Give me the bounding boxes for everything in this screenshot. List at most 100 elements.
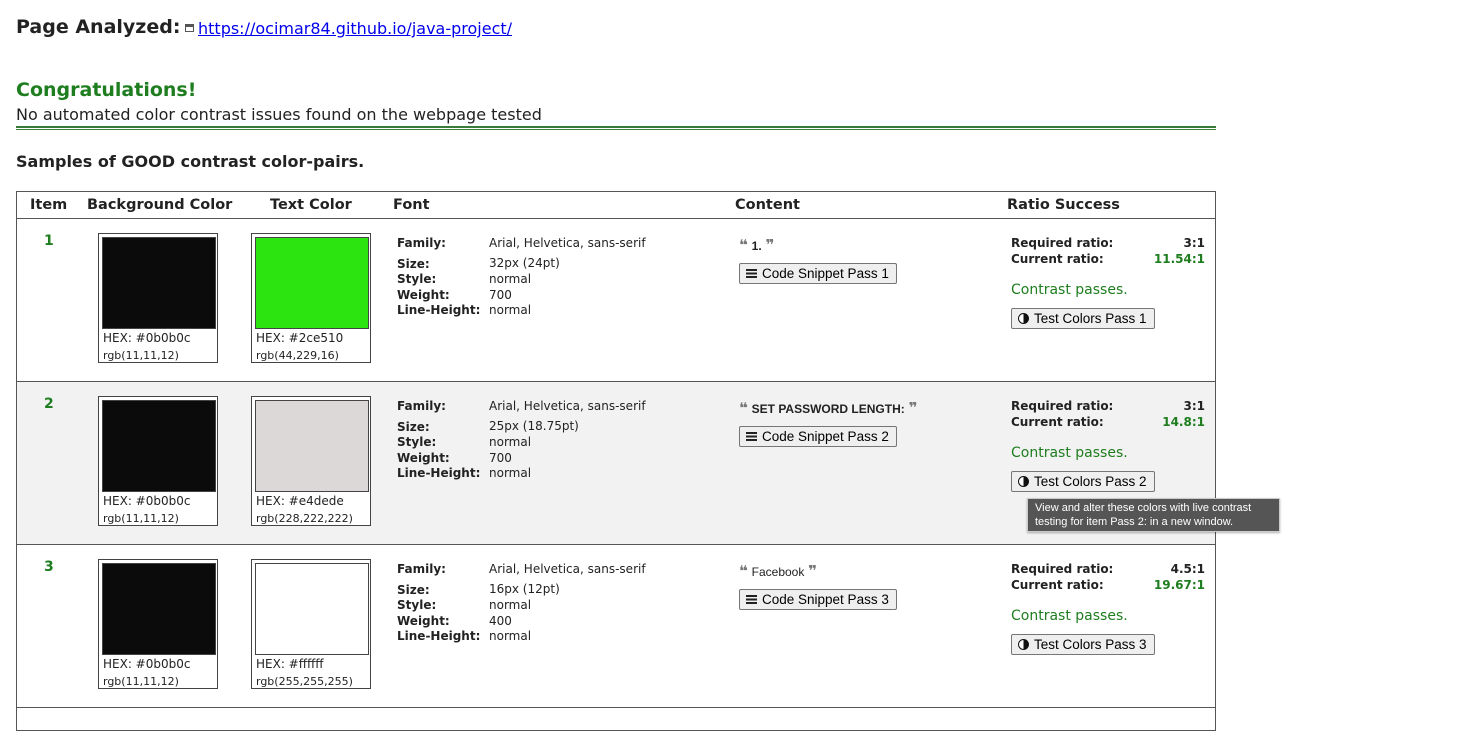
line-height-value: normal bbox=[489, 303, 532, 317]
font-weight-label: Weight: bbox=[397, 288, 450, 302]
text-color-swatch: HEX: #e4dede rgb(228,222,222) bbox=[251, 396, 371, 526]
font-size-label: Size: bbox=[397, 583, 430, 597]
font-weight-value: 700 bbox=[489, 451, 512, 465]
test-colors-tooltip: View and alter these colors with live co… bbox=[1027, 498, 1280, 532]
background-swatch: HEX: #0b0b0c rgb(11,11,12) bbox=[98, 559, 218, 689]
contrast-pass-message: Contrast passes. bbox=[1011, 608, 1128, 624]
background-rgb: rgb(11,11,12) bbox=[103, 349, 179, 362]
content-text: SET PASSWORD LENGTH: bbox=[751, 402, 905, 416]
font-family-value: Arial, Helvetica, sans-serif bbox=[489, 399, 646, 413]
required-ratio-label: Required ratio: bbox=[1011, 236, 1114, 250]
current-ratio-label: Current ratio: bbox=[1011, 578, 1104, 592]
lines-icon bbox=[746, 269, 757, 278]
background-swatch: HEX: #0b0b0c rgb(11,11,12) bbox=[98, 396, 218, 526]
font-size-value: 16px (12pt) bbox=[489, 582, 560, 596]
font-style-value: normal bbox=[489, 598, 532, 612]
item-number: 2 bbox=[44, 396, 54, 412]
col-background-color: Background Color bbox=[87, 197, 233, 213]
open-quote-icon: ❝ bbox=[739, 236, 748, 254]
background-swatch: HEX: #0b0b0c rgb(11,11,12) bbox=[98, 233, 218, 363]
font-style-label: Style: bbox=[397, 435, 437, 449]
background-hex: HEX: #0b0b0c bbox=[103, 331, 191, 345]
table-row: 1 HEX: #0b0b0c rgb(11,11,12) HEX: #2ce51… bbox=[17, 219, 1215, 382]
required-ratio-label: Required ratio: bbox=[1011, 562, 1114, 576]
test-colors-label: Test Colors Pass 3 bbox=[1034, 637, 1147, 652]
samples-heading: Samples of GOOD contrast color-pairs. bbox=[16, 152, 365, 171]
text-rgb: rgb(44,229,16) bbox=[256, 349, 339, 362]
lines-icon bbox=[746, 432, 757, 441]
required-ratio-value: 3:1 bbox=[1183, 399, 1206, 413]
font-family-label: Family: bbox=[397, 236, 446, 250]
line-height-label: Line-Height: bbox=[397, 303, 481, 317]
close-quote-icon: ❞ bbox=[808, 562, 817, 580]
summary-message: No automated color contrast issues found… bbox=[16, 105, 542, 124]
close-quote-icon: ❞ bbox=[908, 399, 918, 417]
font-style-label: Style: bbox=[397, 272, 437, 286]
col-font: Font bbox=[393, 197, 430, 213]
background-color-chip bbox=[102, 237, 216, 329]
text-hex: HEX: #2ce510 bbox=[256, 331, 344, 345]
contrast-pass-message: Contrast passes. bbox=[1011, 445, 1128, 461]
close-quote-icon: ❞ bbox=[765, 236, 775, 254]
test-colors-button[interactable]: Test Colors Pass 1 bbox=[1011, 308, 1155, 329]
content-sample: ❝ Facebook ❞ bbox=[739, 562, 817, 580]
test-colors-button[interactable]: Test Colors Pass 3 bbox=[1011, 634, 1155, 655]
test-colors-label: Test Colors Pass 2 bbox=[1034, 474, 1147, 489]
required-ratio-label: Required ratio: bbox=[1011, 399, 1114, 413]
text-hex: HEX: #e4dede bbox=[256, 494, 344, 508]
col-content: Content bbox=[735, 197, 800, 213]
text-rgb: rgb(228,222,222) bbox=[256, 512, 353, 525]
current-ratio-value: 11.54:1 bbox=[1153, 252, 1205, 266]
congratulations-title: Congratulations! bbox=[16, 79, 197, 101]
col-ratio-success: Ratio Success bbox=[1007, 197, 1120, 213]
current-ratio-label: Current ratio: bbox=[1011, 415, 1104, 429]
font-style-label: Style: bbox=[397, 598, 437, 612]
text-color-chip bbox=[255, 400, 369, 492]
code-snippet-button[interactable]: Code Snippet Pass 3 bbox=[739, 589, 897, 610]
content-sample: ❝ 1. ❞ bbox=[739, 236, 774, 254]
line-height-value: normal bbox=[489, 466, 532, 480]
font-family-label: Family: bbox=[397, 399, 446, 413]
text-color-swatch: HEX: #ffffff rgb(255,255,255) bbox=[251, 559, 371, 689]
test-colors-label: Test Colors Pass 1 bbox=[1034, 311, 1147, 326]
font-style-value: normal bbox=[489, 435, 532, 449]
font-weight-label: Weight: bbox=[397, 614, 450, 628]
font-family-value: Arial, Helvetica, sans-serif bbox=[489, 236, 646, 250]
text-color-chip bbox=[255, 237, 369, 329]
font-family-value: Arial, Helvetica, sans-serif bbox=[489, 562, 646, 576]
line-height-label: Line-Height: bbox=[397, 629, 481, 643]
line-height-value: normal bbox=[489, 629, 532, 643]
font-family-label: Family: bbox=[397, 562, 446, 576]
background-hex: HEX: #0b0b0c bbox=[103, 494, 191, 508]
contrast-pass-message: Contrast passes. bbox=[1011, 282, 1128, 298]
code-snippet-label: Code Snippet Pass 3 bbox=[762, 592, 889, 607]
analyzed-url-link[interactable]: https://ocimar84.github.io/java-project/ bbox=[185, 19, 512, 38]
item-number: 3 bbox=[44, 559, 54, 575]
open-quote-icon: ❝ bbox=[739, 562, 748, 580]
analyzed-url-text: https://ocimar84.github.io/java-project/ bbox=[198, 19, 513, 38]
new-window-icon bbox=[185, 24, 194, 32]
contrast-icon bbox=[1018, 476, 1029, 487]
code-snippet-button[interactable]: Code Snippet Pass 1 bbox=[739, 263, 897, 284]
contrast-icon bbox=[1018, 313, 1029, 324]
text-rgb: rgb(255,255,255) bbox=[256, 675, 353, 688]
page-analyzed-label: Page Analyzed: bbox=[16, 16, 181, 38]
font-size-label: Size: bbox=[397, 420, 430, 434]
open-quote-icon: ❝ bbox=[739, 399, 748, 417]
font-size-value: 32px (24pt) bbox=[489, 256, 560, 270]
col-text-color: Text Color bbox=[270, 197, 352, 213]
background-color-chip bbox=[102, 400, 216, 492]
code-snippet-button[interactable]: Code Snippet Pass 2 bbox=[739, 426, 897, 447]
font-style-value: normal bbox=[489, 272, 532, 286]
code-snippet-label: Code Snippet Pass 2 bbox=[762, 429, 889, 444]
background-color-chip bbox=[102, 563, 216, 655]
current-ratio-label: Current ratio: bbox=[1011, 252, 1104, 266]
lines-icon bbox=[746, 595, 757, 604]
contrast-icon bbox=[1018, 639, 1029, 650]
required-ratio-value: 3:1 bbox=[1183, 236, 1206, 250]
text-color-chip bbox=[255, 563, 369, 655]
content-text: Facebook bbox=[751, 565, 805, 579]
section-divider bbox=[16, 126, 1216, 130]
font-weight-label: Weight: bbox=[397, 451, 450, 465]
test-colors-button[interactable]: Test Colors Pass 2 bbox=[1011, 471, 1155, 492]
